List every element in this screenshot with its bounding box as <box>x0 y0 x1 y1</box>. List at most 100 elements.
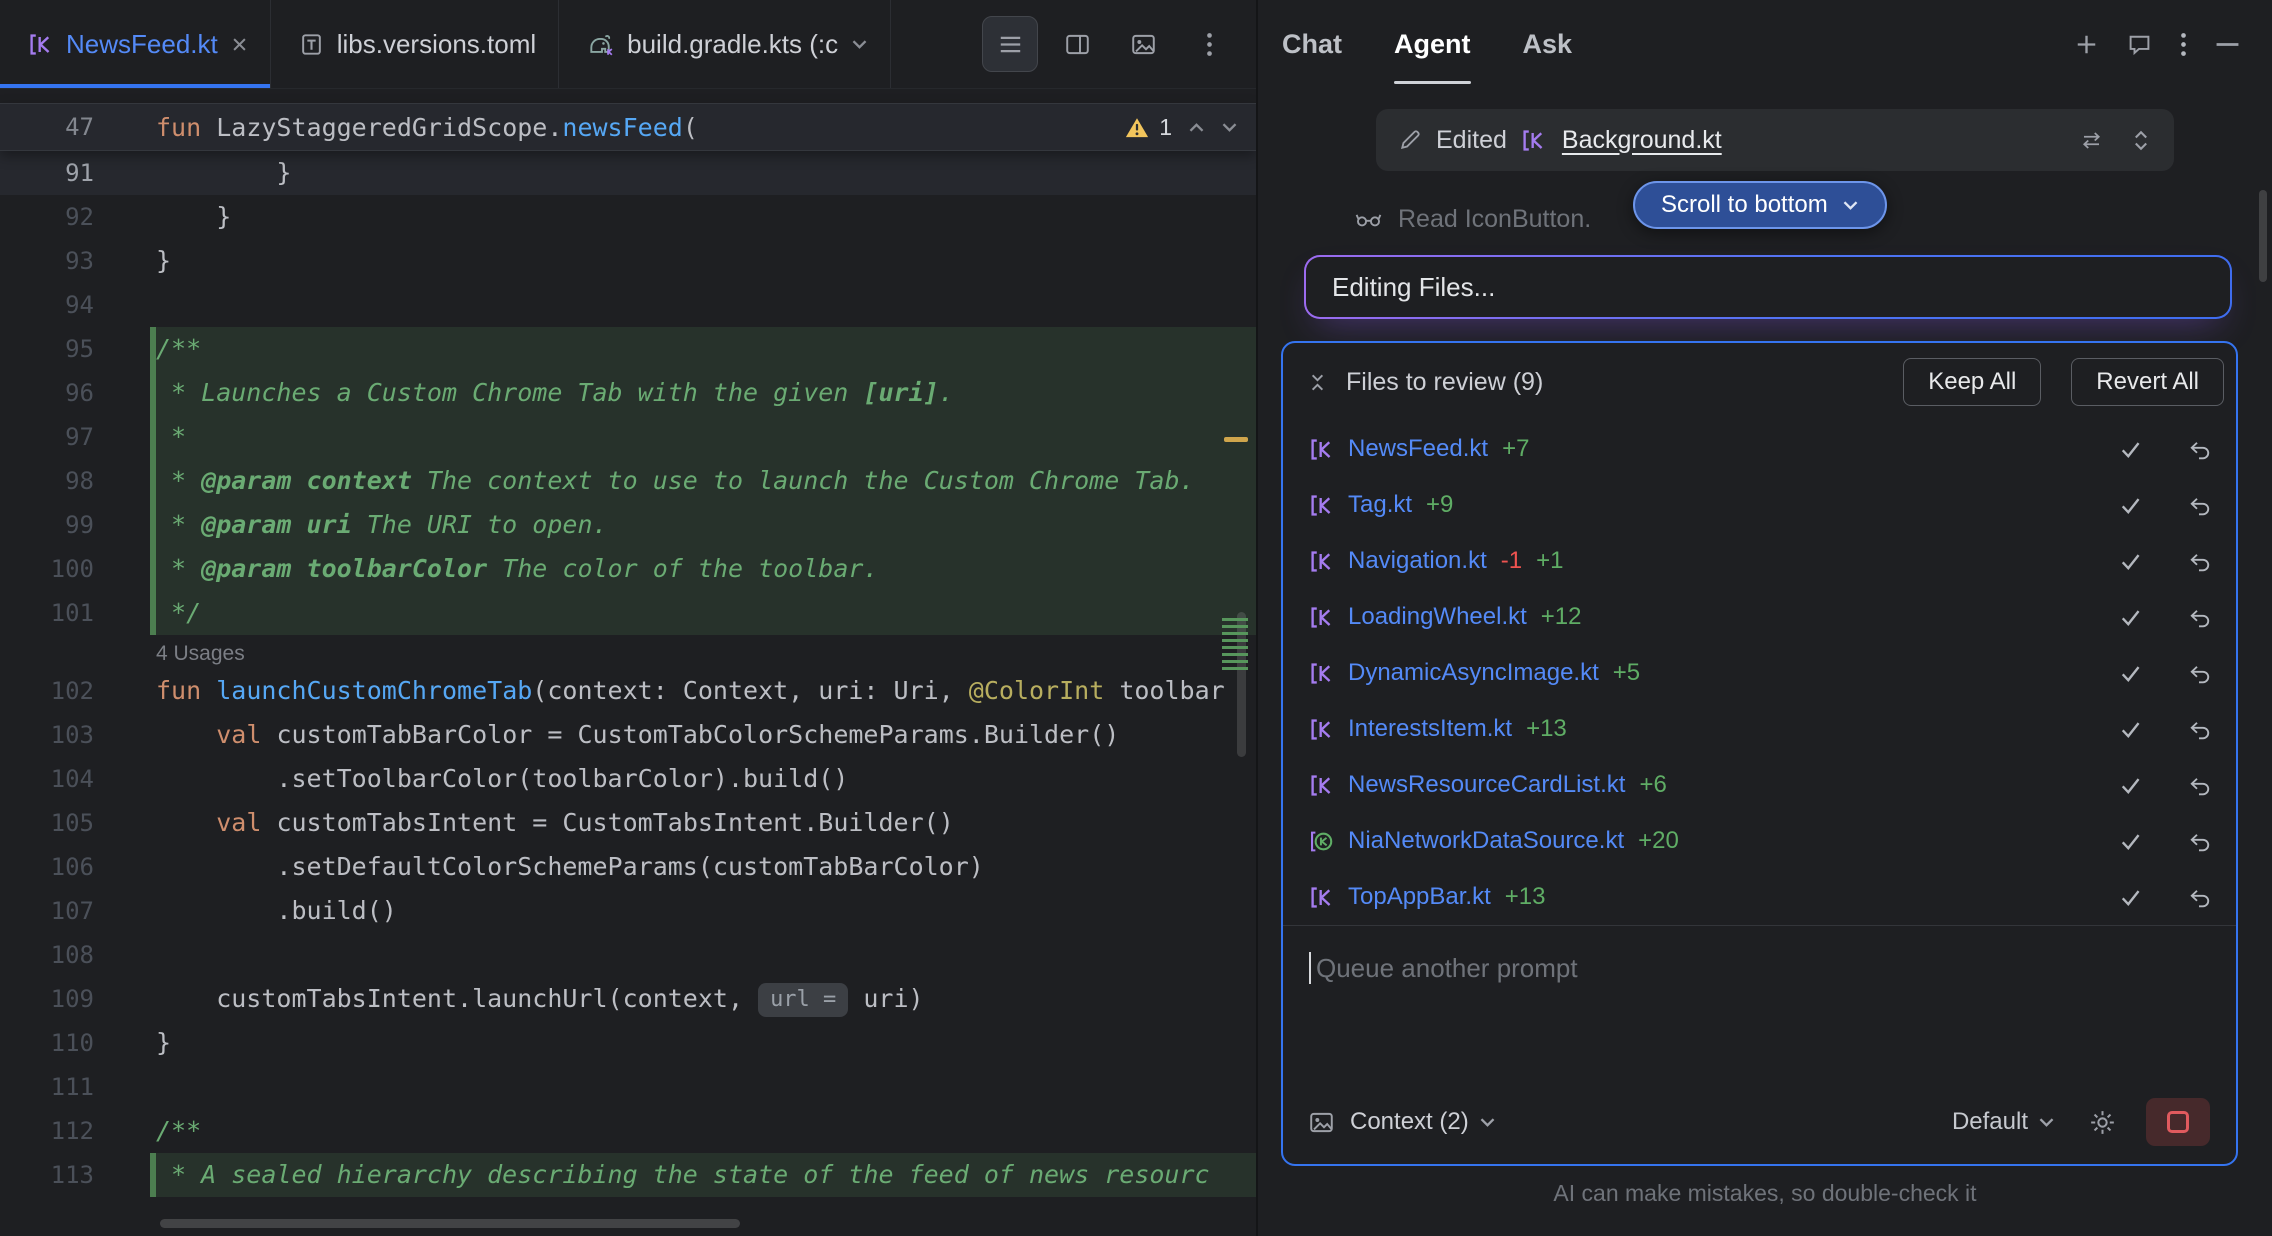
editor-tab[interactable]: build.gradle.kts (:c <box>559 0 891 88</box>
editor-more-button[interactable] <box>1182 17 1236 71</box>
revert-file-icon[interactable] <box>2187 830 2212 853</box>
stop-icon <box>2167 1111 2189 1133</box>
line-number: 100 <box>0 547 150 591</box>
chat-tab-chat[interactable]: Chat <box>1282 0 1342 88</box>
diff-added-count: +13 <box>1505 883 1546 911</box>
file-row: TopAppBar.kt +13 <box>1283 869 2236 925</box>
line-number: 101 <box>0 591 150 635</box>
chat-tab-agent[interactable]: Agent <box>1394 0 1471 88</box>
diff-added-count: +20 <box>1638 827 1679 855</box>
revert-file-icon[interactable] <box>2187 662 2212 685</box>
stop-button[interactable] <box>2146 1098 2210 1146</box>
code-text: customTabsIntent.launchUrl(context, url … <box>150 977 1256 1021</box>
tab-dropdown-icon[interactable] <box>851 39 868 50</box>
revert-file-icon[interactable] <box>2187 886 2212 909</box>
prompt-input[interactable]: Queue another prompt <box>1309 952 2210 984</box>
diff-added-count: +13 <box>1526 715 1567 743</box>
chat-more-icon[interactable] <box>2180 32 2187 57</box>
keep-file-check-icon[interactable] <box>2118 605 2143 630</box>
code-line: 101 */ <box>0 591 1256 635</box>
collapse-icon[interactable] <box>1307 371 1328 394</box>
code-line: 106 .setDefaultColorSchemeParams(customT… <box>0 845 1256 889</box>
file-link[interactable]: DynamicAsyncImage.kt <box>1348 659 1599 687</box>
line-number: 105 <box>0 801 150 845</box>
screenshot-button[interactable] <box>1116 17 1170 71</box>
list-view-button[interactable] <box>982 16 1038 72</box>
keep-file-check-icon[interactable] <box>2118 885 2143 910</box>
warning-icon[interactable] <box>1125 117 1149 138</box>
line-number: 92 <box>0 195 150 239</box>
line-number: 98 <box>0 459 150 503</box>
split-editor-button[interactable] <box>1050 17 1104 71</box>
file-link[interactable]: TopAppBar.kt <box>1348 883 1491 911</box>
new-chat-icon[interactable] <box>2074 32 2099 57</box>
code-line: 107 .build() <box>0 889 1256 933</box>
file-link[interactable]: Navigation.kt <box>1348 547 1487 575</box>
code-line: 111 <box>0 1065 1256 1109</box>
ai-disclaimer: AI can make mistakes, so double-check it <box>1258 1180 2272 1207</box>
file-link[interactable]: NewsResourceCardList.kt <box>1348 771 1625 799</box>
chat-history-icon[interactable] <box>2127 32 2152 57</box>
code-text: * @param context The context to use to l… <box>150 459 1256 503</box>
hide-panel-icon[interactable] <box>2215 41 2240 48</box>
next-issue-icon[interactable] <box>1221 122 1238 133</box>
file-link[interactable]: NiaNetworkDataSource.kt <box>1348 827 1624 855</box>
diff-added-count: +6 <box>1639 771 1666 799</box>
keep-file-check-icon[interactable] <box>2118 717 2143 742</box>
chat-tab-ask[interactable]: Ask <box>1523 0 1573 88</box>
file-link[interactable]: InterestsItem.kt <box>1348 715 1512 743</box>
code-text: .setToolbarColor(toolbarColor).build() <box>150 757 1256 801</box>
keep-file-check-icon[interactable] <box>2118 437 2143 462</box>
editor-horizontal-scrollbar[interactable] <box>160 1219 740 1228</box>
warning-stripe-mark[interactable] <box>1224 437 1248 442</box>
edited-file-row[interactable]: Edited Background.kt <box>1376 109 2174 171</box>
editor-tab[interactable]: NewsFeed.kt <box>0 0 271 88</box>
diff-added-count: +12 <box>1541 603 1582 631</box>
line-number: 96 <box>0 371 150 415</box>
settings-gear-icon[interactable] <box>2089 1109 2116 1136</box>
edited-file-link[interactable]: Background.kt <box>1562 126 1722 155</box>
expand-icon[interactable] <box>2130 128 2152 153</box>
keep-all-button[interactable]: Keep All <box>1903 358 2041 406</box>
attach-image-icon[interactable] <box>1309 1111 1334 1134</box>
edited-label: Edited <box>1436 126 1507 155</box>
code-line: 93} <box>0 239 1256 283</box>
file-link[interactable]: NewsFeed.kt <box>1348 435 1488 463</box>
revert-file-icon[interactable] <box>2187 774 2212 797</box>
revert-file-icon[interactable] <box>2187 606 2212 629</box>
line-number: 95 <box>0 327 150 371</box>
sticky-header-line[interactable]: 47 fun LazyStaggeredGridScope.newsFeed( … <box>0 103 1256 151</box>
revert-file-icon[interactable] <box>2187 718 2212 741</box>
close-tab-icon[interactable] <box>231 36 248 53</box>
read-icon <box>1355 210 1382 229</box>
line-number: 104 <box>0 757 150 801</box>
prompt-input-area[interactable]: Queue another prompt Context (2) Default <box>1283 925 2236 1164</box>
keep-file-check-icon[interactable] <box>2118 493 2143 518</box>
line-number: 112 <box>0 1109 150 1153</box>
chat-scrollbar[interactable] <box>2259 190 2267 282</box>
code-text <box>150 1065 1256 1109</box>
kotlin-file-icon <box>1309 549 1334 574</box>
revert-file-icon[interactable] <box>2187 438 2212 461</box>
file-link[interactable]: Tag.kt <box>1348 491 1412 519</box>
spacer <box>1309 984 2210 1098</box>
revert-all-button[interactable]: Revert All <box>2071 358 2224 406</box>
model-selector[interactable]: Default <box>1952 1108 2055 1136</box>
line-number: 106 <box>0 845 150 889</box>
context-selector[interactable]: Context (2) <box>1350 1108 1496 1136</box>
revert-file-icon[interactable] <box>2187 550 2212 573</box>
file-link[interactable]: LoadingWheel.kt <box>1348 603 1527 631</box>
code-lines[interactable]: 91 }92 }93}9495/**96 * Launches a Custom… <box>0 151 1256 1197</box>
keep-file-check-icon[interactable] <box>2118 829 2143 854</box>
keep-file-check-icon[interactable] <box>2118 549 2143 574</box>
editor-tab[interactable]: libs.versions.toml <box>271 0 559 88</box>
line-number: 107 <box>0 889 150 933</box>
line-number: 94 <box>0 283 150 327</box>
show-diff-icon[interactable] <box>2079 128 2104 153</box>
revert-file-icon[interactable] <box>2187 494 2212 517</box>
keep-file-check-icon[interactable] <box>2118 661 2143 686</box>
scroll-to-bottom-button[interactable]: Scroll to bottom <box>1633 181 1887 229</box>
previous-issue-icon[interactable] <box>1188 122 1205 133</box>
keep-file-check-icon[interactable] <box>2118 773 2143 798</box>
line-number: 93 <box>0 239 150 283</box>
